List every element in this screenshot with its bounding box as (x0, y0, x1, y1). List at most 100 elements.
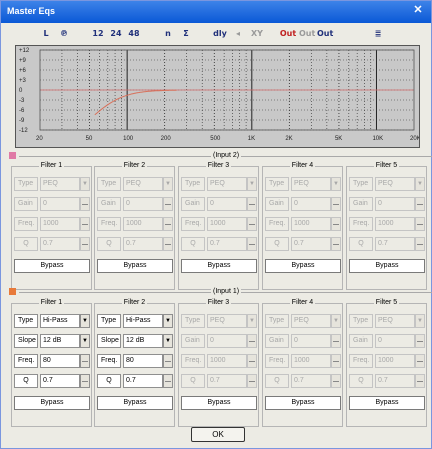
freq-field[interactable]: 1000 (207, 217, 247, 231)
type-field[interactable]: PEQ (207, 177, 247, 191)
spinner-icon[interactable] (247, 374, 257, 388)
type-field[interactable]: PEQ (123, 177, 163, 191)
gain-field[interactable]: 0 (40, 197, 80, 211)
chevron-down-icon[interactable]: ▼ (163, 177, 173, 191)
bypass-button[interactable]: Bypass (14, 259, 90, 273)
spinner-icon[interactable] (331, 354, 341, 368)
q-field[interactable]: 0.7 (291, 237, 331, 251)
q-field[interactable]: 0.7 (291, 374, 331, 388)
freq-field[interactable]: 1000 (40, 217, 80, 231)
chevron-down-icon[interactable]: ▼ (247, 314, 257, 328)
dly-button[interactable]: dly (211, 26, 229, 42)
bypass-button[interactable]: Bypass (97, 396, 173, 410)
spinner-icon[interactable] (331, 374, 341, 388)
spinner-icon[interactable] (163, 354, 173, 368)
freq-field[interactable]: 1000 (207, 354, 247, 368)
chevron-down-icon[interactable]: ▼ (80, 177, 90, 191)
freq-field[interactable]: 1000 (291, 217, 331, 231)
spinner-icon[interactable] (415, 217, 425, 231)
spinner-icon[interactable] (80, 354, 90, 368)
bypass-button[interactable]: Bypass (14, 396, 90, 410)
speaker-icon[interactable]: ◂ (231, 26, 245, 42)
q-field[interactable]: 0.7 (40, 374, 80, 388)
q-field[interactable]: 0.7 (375, 237, 415, 251)
gain-field[interactable]: 0 (207, 197, 247, 211)
gain-field[interactable]: 0 (375, 334, 415, 348)
sum-icon[interactable]: Σ (179, 26, 193, 42)
q-field[interactable]: 0.7 (123, 237, 163, 251)
spinner-icon[interactable] (163, 217, 173, 231)
chevron-down-icon[interactable]: ▼ (163, 334, 173, 348)
bypass-button[interactable]: Bypass (265, 259, 341, 273)
freq-field[interactable]: 1000 (375, 217, 415, 231)
spinner-icon[interactable] (163, 197, 173, 211)
type-field[interactable]: PEQ (40, 177, 80, 191)
slope-field[interactable]: 12 dB (40, 334, 80, 348)
spinner-icon[interactable] (247, 237, 257, 251)
chevron-down-icon[interactable]: ▼ (80, 314, 90, 328)
freq-field[interactable]: 1000 (291, 354, 331, 368)
type-field[interactable]: PEQ (375, 177, 415, 191)
freq-field[interactable]: 1000 (123, 217, 163, 231)
chevron-down-icon[interactable]: ▼ (331, 177, 341, 191)
spinner-icon[interactable] (415, 354, 425, 368)
type-field[interactable]: Hi-Pass (40, 314, 80, 328)
chevron-down-icon[interactable]: ▼ (247, 177, 257, 191)
gain-field[interactable]: 0 (291, 334, 331, 348)
bypass-button[interactable]: Bypass (349, 259, 425, 273)
spinner-icon[interactable] (163, 374, 173, 388)
q-field[interactable]: 0.7 (207, 237, 247, 251)
type-field[interactable]: PEQ (375, 314, 415, 328)
spinner-icon[interactable] (415, 334, 425, 348)
out1-button[interactable]: Out 1 (279, 26, 297, 54)
spinner-icon[interactable] (331, 217, 341, 231)
spinner-icon[interactable] (415, 197, 425, 211)
spinner-icon[interactable] (331, 197, 341, 211)
xy-button[interactable]: XY (249, 26, 265, 42)
out2-button[interactable]: Out 2 (299, 26, 315, 54)
slope-48-icon[interactable]: 48 (127, 26, 141, 42)
n-icon[interactable]: n (161, 26, 175, 42)
blank-button[interactable] (337, 26, 351, 42)
spinner-icon[interactable] (415, 374, 425, 388)
gain-field[interactable]: 0 (207, 334, 247, 348)
gain-field[interactable]: 0 (291, 197, 331, 211)
spinner-icon[interactable] (247, 354, 257, 368)
spinner-icon[interactable] (80, 217, 90, 231)
close-button[interactable]: ✕ (411, 4, 425, 18)
bypass-button[interactable]: Bypass (349, 396, 425, 410)
notes-icon[interactable]: ≣ (371, 26, 385, 42)
chevron-down-icon[interactable]: ▼ (331, 314, 341, 328)
spinner-icon[interactable] (247, 217, 257, 231)
bypass-button[interactable]: Bypass (181, 396, 257, 410)
spinner-icon[interactable] (331, 237, 341, 251)
bypass-button[interactable]: Bypass (181, 259, 257, 273)
slope-field[interactable]: 12 dB (123, 334, 163, 348)
freq-field[interactable]: 80 (123, 354, 163, 368)
gain-field[interactable]: 0 (123, 197, 163, 211)
gain-field[interactable]: 0 (375, 197, 415, 211)
type-field[interactable]: PEQ (291, 314, 331, 328)
bypass-button[interactable]: Bypass (265, 396, 341, 410)
ok-button[interactable]: OK (191, 427, 245, 442)
spinner-icon[interactable] (247, 334, 257, 348)
chevron-down-icon[interactable]: ▼ (415, 314, 425, 328)
spinner-icon[interactable] (80, 374, 90, 388)
slope-12-icon[interactable]: 12 (91, 26, 105, 42)
spinner-icon[interactable] (247, 197, 257, 211)
slope-24-icon[interactable]: 24 (109, 26, 123, 42)
spinner-icon[interactable] (331, 334, 341, 348)
q-field[interactable]: 0.7 (40, 237, 80, 251)
type-field[interactable]: Hi-Pass (123, 314, 163, 328)
q-field[interactable]: 0.7 (123, 374, 163, 388)
type-field[interactable]: PEQ (207, 314, 247, 328)
freq-field[interactable]: 80 (40, 354, 80, 368)
bypass-button[interactable]: Bypass (97, 259, 173, 273)
chevron-down-icon[interactable]: ▼ (163, 314, 173, 328)
spinner-icon[interactable] (80, 237, 90, 251)
spinner-icon[interactable] (415, 237, 425, 251)
spinner-icon[interactable] (163, 237, 173, 251)
q-field[interactable]: 0.7 (207, 374, 247, 388)
freq-field[interactable]: 1000 (375, 354, 415, 368)
out3-button[interactable]: Out 3 (317, 26, 333, 54)
